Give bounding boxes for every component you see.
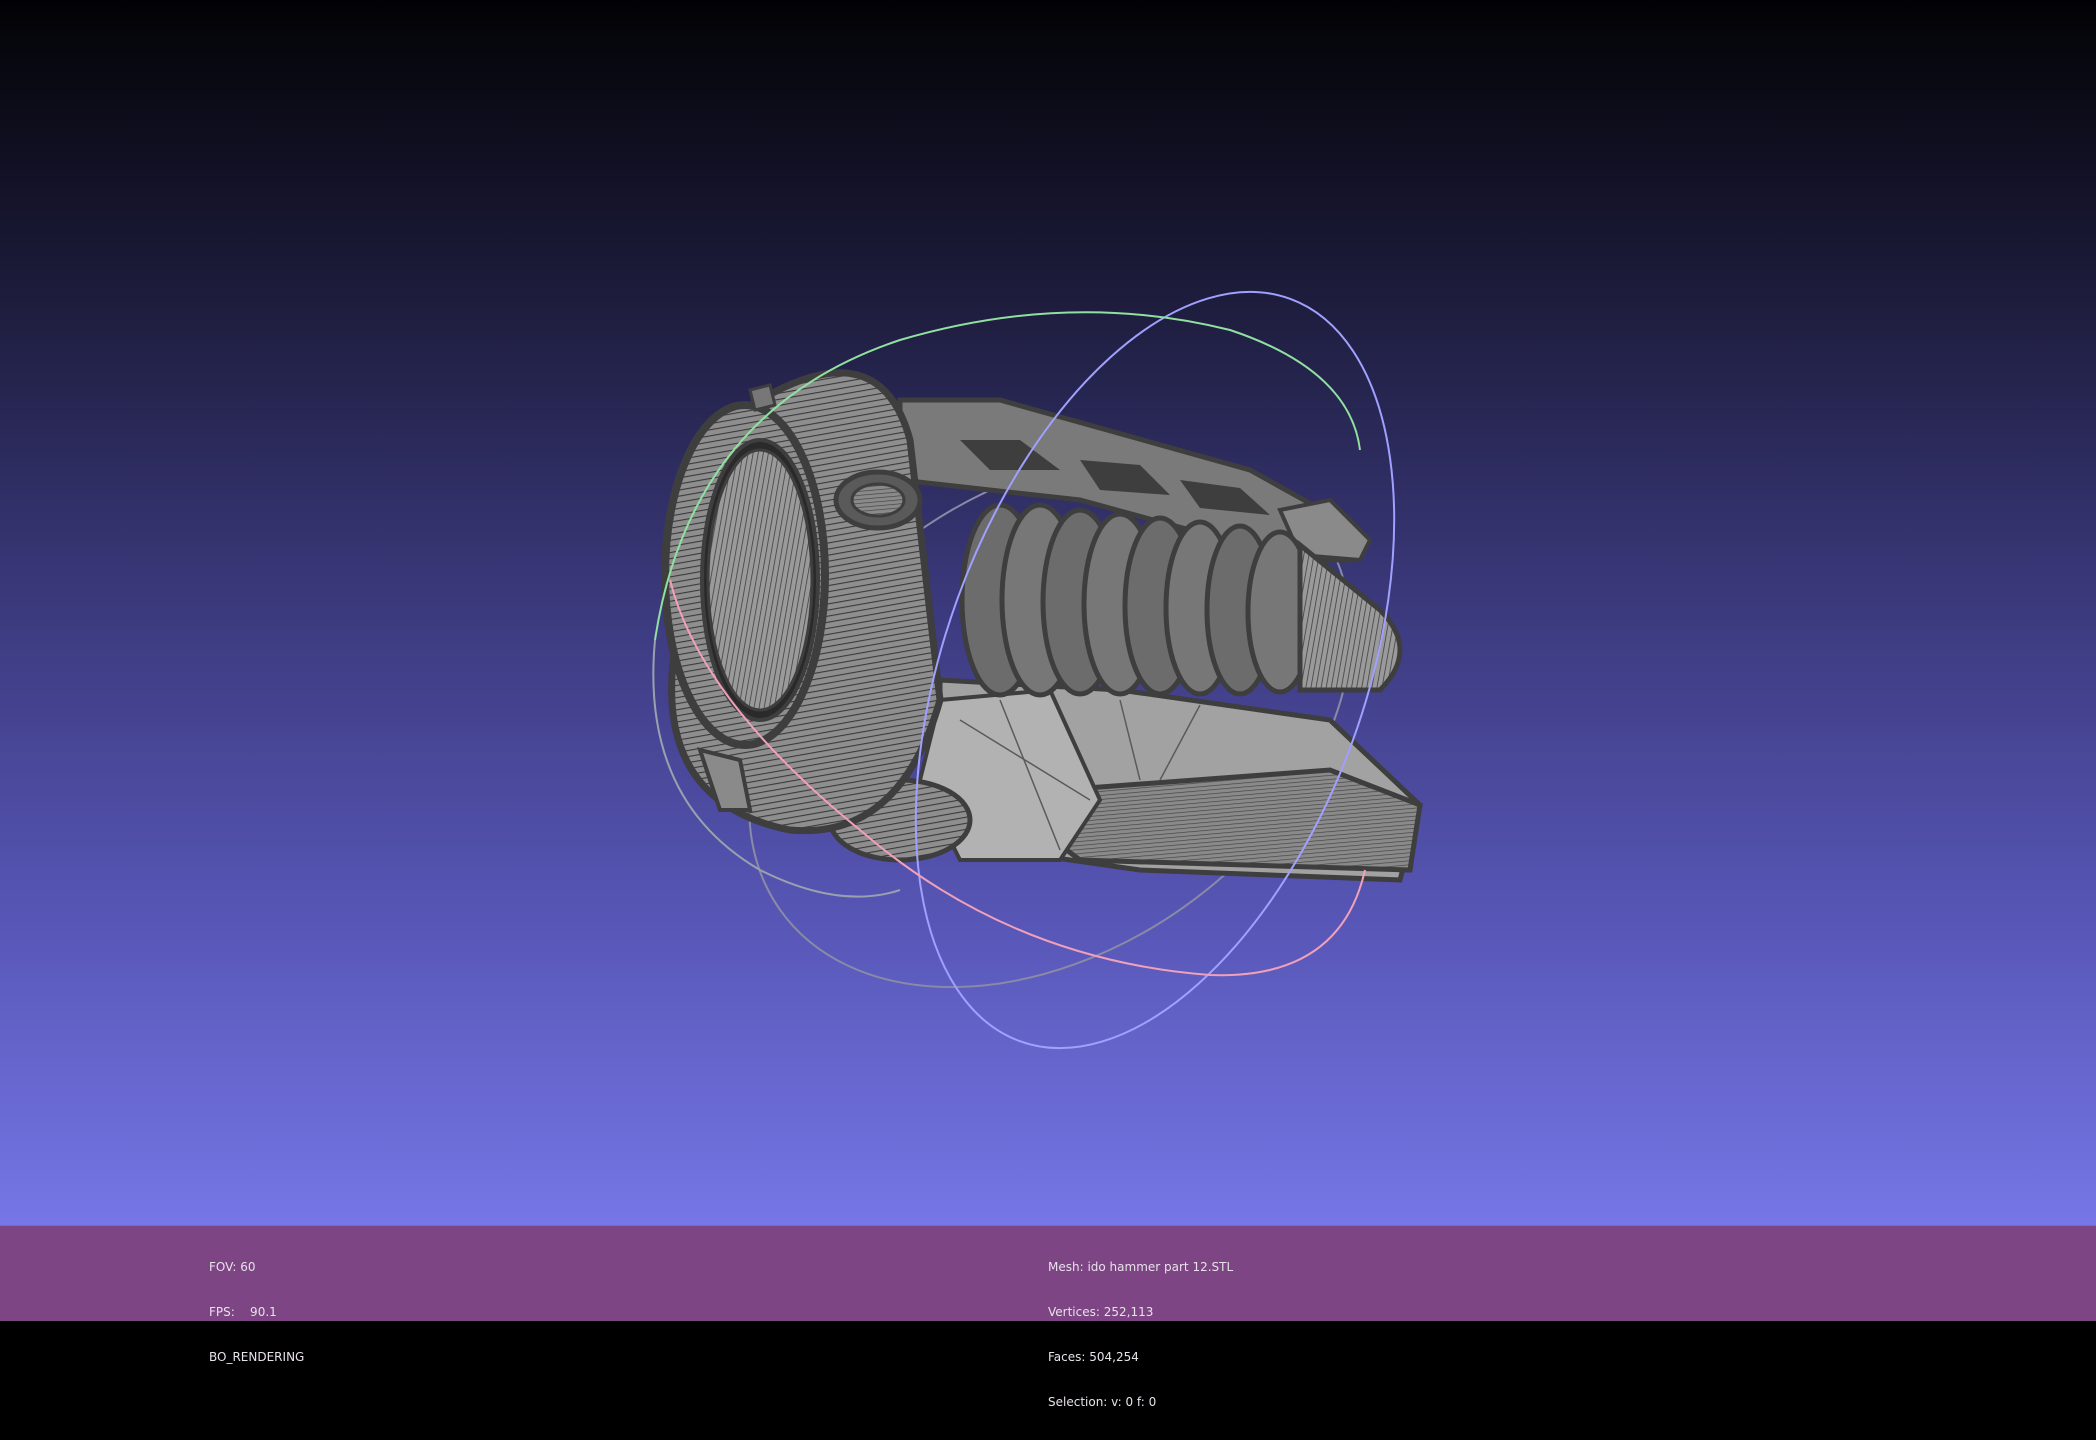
selection-label: Selection: v: 0 f: 0 <box>1048 1395 1157 1409</box>
fov-label: FOV: 60 <box>209 1260 256 1274</box>
mesh-info: Mesh: ido hammer part 12.STL Vertices: 2… <box>1048 1230 1233 1440</box>
fps-label: FPS: 90.1 <box>209 1305 277 1319</box>
render-mode-label: BO_RENDERING <box>209 1350 305 1364</box>
mesh-lower-slab <box>1036 767 1423 873</box>
vertices-label: Vertices: 252,113 <box>1048 1305 1154 1319</box>
status-bar: FOV: 60 FPS: 90.1 BO_RENDERING Mesh: ido… <box>0 1225 2096 1409</box>
faces-label: Faces: 504,254 <box>1048 1350 1139 1364</box>
mesh-model[interactable] <box>661 369 1423 883</box>
mesh-front-ring <box>661 369 944 835</box>
mesh-name-label: Mesh: ido hammer part 12.STL <box>1048 1260 1234 1274</box>
3d-viewport[interactable] <box>0 0 2096 1225</box>
view-info: FOV: 60 FPS: 90.1 BO_RENDERING <box>209 1230 304 1395</box>
mesh-scene[interactable] <box>0 0 2096 1225</box>
